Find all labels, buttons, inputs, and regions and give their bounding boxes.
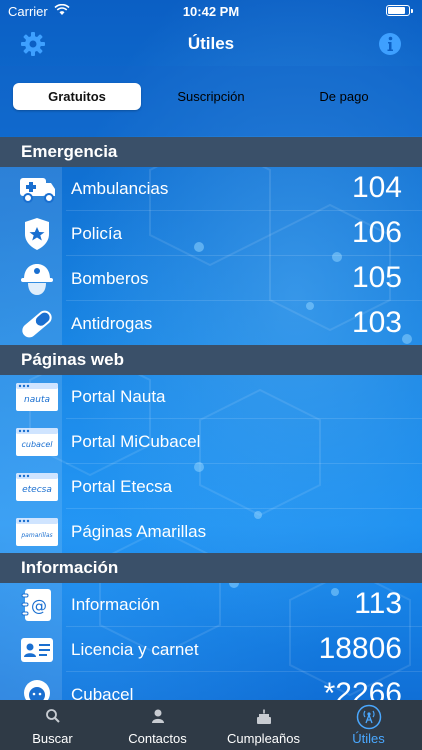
address-book-icon: @ — [14, 586, 60, 624]
item-label: Páginas Amarillas — [71, 522, 207, 541]
list-item-paginas-amarillas[interactable]: pamarillas Páginas Amarillas — [0, 509, 422, 554]
item-label: Bomberos — [71, 269, 149, 288]
list-item-portal-etecsa[interactable]: etecsa Portal Etecsa — [0, 464, 422, 509]
segment-suscripcion[interactable]: Suscripción — [147, 83, 275, 110]
navigation-bar: Útiles — [0, 22, 422, 66]
browser-window-icon: pamarillas — [14, 513, 60, 551]
tab-label: Cumpleaños — [227, 731, 300, 746]
status-time: 10:42 PM — [182, 4, 240, 19]
item-label: Información — [71, 595, 160, 614]
item-number: 106 — [351, 216, 402, 249]
svg-text:pamarillas: pamarillas — [20, 532, 52, 539]
item-label: Ambulancias — [71, 179, 169, 198]
id-card-icon — [14, 631, 60, 669]
pill-icon — [14, 305, 60, 343]
tab-buscar[interactable]: Buscar — [0, 700, 105, 750]
battery-icon — [386, 5, 413, 16]
segmented-control: Gratuitos Suscripción De pago — [12, 83, 410, 110]
antenna-icon — [316, 704, 421, 730]
browser-window-icon: nauta — [14, 378, 60, 416]
tab-label: Contactos — [128, 731, 187, 746]
item-number: 18806 — [318, 632, 402, 665]
section-header-informacion: Información — [0, 553, 422, 583]
tab-label: Útiles — [352, 731, 385, 746]
browser-window-icon: etecsa — [14, 468, 60, 506]
tab-bar: Buscar Contactos Cumpleaños Útiles — [0, 700, 422, 750]
svg-text:@: @ — [31, 596, 47, 615]
firefighter-helmet-icon — [14, 260, 60, 298]
item-number: 103 — [351, 306, 402, 339]
svg-text:cubacel: cubacel — [22, 440, 54, 449]
list-item-ambulancias[interactable]: Ambulancias 104 — [0, 166, 422, 211]
list-item-policia[interactable]: Policía 106 — [0, 211, 422, 256]
police-badge-icon — [14, 215, 60, 253]
segment-area: Gratuitos Suscripción De pago — [0, 66, 422, 136]
svg-text:etecsa: etecsa — [22, 485, 52, 495]
item-label: Portal Etecsa — [71, 477, 173, 496]
status-bar: Carrier 10:42 PM — [0, 0, 422, 22]
list-item-portal-nauta[interactable]: nauta Portal Nauta — [0, 374, 422, 419]
svg-text:nauta: nauta — [24, 395, 50, 405]
list-item-licencia-carnet[interactable]: Licencia y carnet 18806 — [0, 627, 422, 672]
segment-de-pago[interactable]: De pago — [280, 83, 408, 110]
item-number: 104 — [351, 171, 402, 204]
list-item-antidrogas[interactable]: Antidrogas 103 — [0, 301, 422, 346]
search-icon — [0, 708, 105, 726]
list-item-informacion[interactable]: @ Información 113 — [0, 582, 422, 627]
page-title: Útiles — [187, 34, 235, 53]
item-label: Portal Nauta — [71, 387, 166, 406]
section-header-paginas-web: Páginas web — [0, 345, 422, 375]
item-label: Licencia y carnet — [71, 640, 199, 659]
item-label: Portal MiCubacel — [71, 432, 201, 451]
tab-cumpleanos[interactable]: Cumpleaños — [211, 700, 316, 750]
tab-contactos[interactable]: Contactos — [105, 700, 210, 750]
ambulance-icon — [14, 170, 60, 208]
info-icon[interactable] — [378, 32, 402, 56]
browser-window-icon: cubacel — [14, 423, 60, 461]
item-label: Antidrogas — [71, 314, 153, 333]
segment-gratuitos[interactable]: Gratuitos — [13, 83, 141, 110]
list-item-bomberos[interactable]: Bomberos 105 — [0, 256, 422, 301]
tab-utiles[interactable]: Útiles — [316, 700, 421, 750]
birthday-cake-icon — [211, 708, 316, 726]
section-header-emergencia: Emergencia — [0, 137, 422, 167]
item-number: 105 — [351, 261, 402, 294]
item-label: Policía — [71, 224, 123, 243]
person-icon — [105, 708, 210, 726]
tab-label: Buscar — [32, 731, 73, 746]
list-item-portal-micubacel[interactable]: cubacel Portal MiCubacel — [0, 419, 422, 464]
item-number: 113 — [354, 587, 402, 620]
